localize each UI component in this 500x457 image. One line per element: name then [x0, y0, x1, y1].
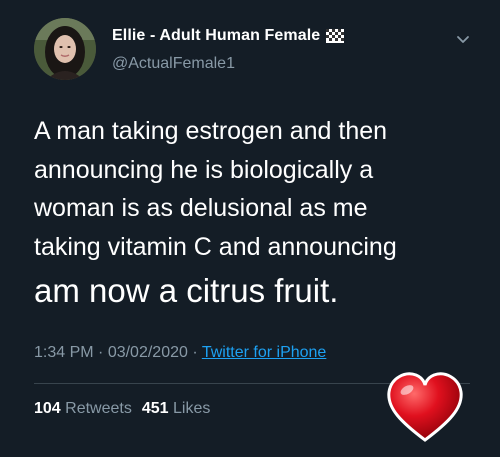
tweet-date[interactable]: 03/02/2020 [108, 344, 188, 361]
tweet-card: Ellie - Adult Human Female @ActualFemale… [0, 0, 500, 457]
likes-label: Likes [173, 400, 211, 417]
retweets-label: Retweets [65, 400, 132, 417]
tweet-text-line: announcing he is biologically a [34, 155, 374, 184]
avatar-photo [34, 18, 96, 80]
tweet-text-line: woman is as delusional as me [34, 194, 368, 222]
display-name[interactable]: Ellie - Adult Human Female [112, 27, 320, 45]
tweet-meta: 1:34 PM · 03/02/2020 · Twitter for iPhon… [34, 344, 326, 362]
tweet-time[interactable]: 1:34 PM [34, 344, 94, 361]
retweets-stat[interactable]: 104 Retweets [34, 400, 132, 417]
display-name-row: Ellie - Adult Human Female [112, 27, 345, 45]
tweet-text-line: A man taking estrogen and then [34, 117, 388, 145]
tweet-text: A man taking estrogen and then announcin… [34, 112, 474, 316]
meta-separator: · [187, 344, 202, 361]
user-handle[interactable]: @ActualFemale1 [112, 55, 235, 73]
avatar[interactable] [34, 18, 96, 80]
chevron-down-icon[interactable] [456, 32, 470, 43]
source-link[interactable]: Twitter for iPhone [202, 344, 327, 361]
retweets-count: 104 [34, 400, 61, 417]
tweet-text-line: taking vitamin C and announcing [34, 232, 397, 261]
likes-stat[interactable]: 451 Likes [142, 400, 211, 417]
tweet-text-line-large: am now a citrus fruit. [34, 272, 339, 309]
tweet-stats: 104 Retweets 451 Likes [34, 400, 210, 418]
meta-separator: · [93, 344, 108, 361]
red-heart-icon [385, 370, 465, 442]
checkered-flag-icon [326, 29, 345, 43]
likes-count: 451 [141, 400, 169, 417]
